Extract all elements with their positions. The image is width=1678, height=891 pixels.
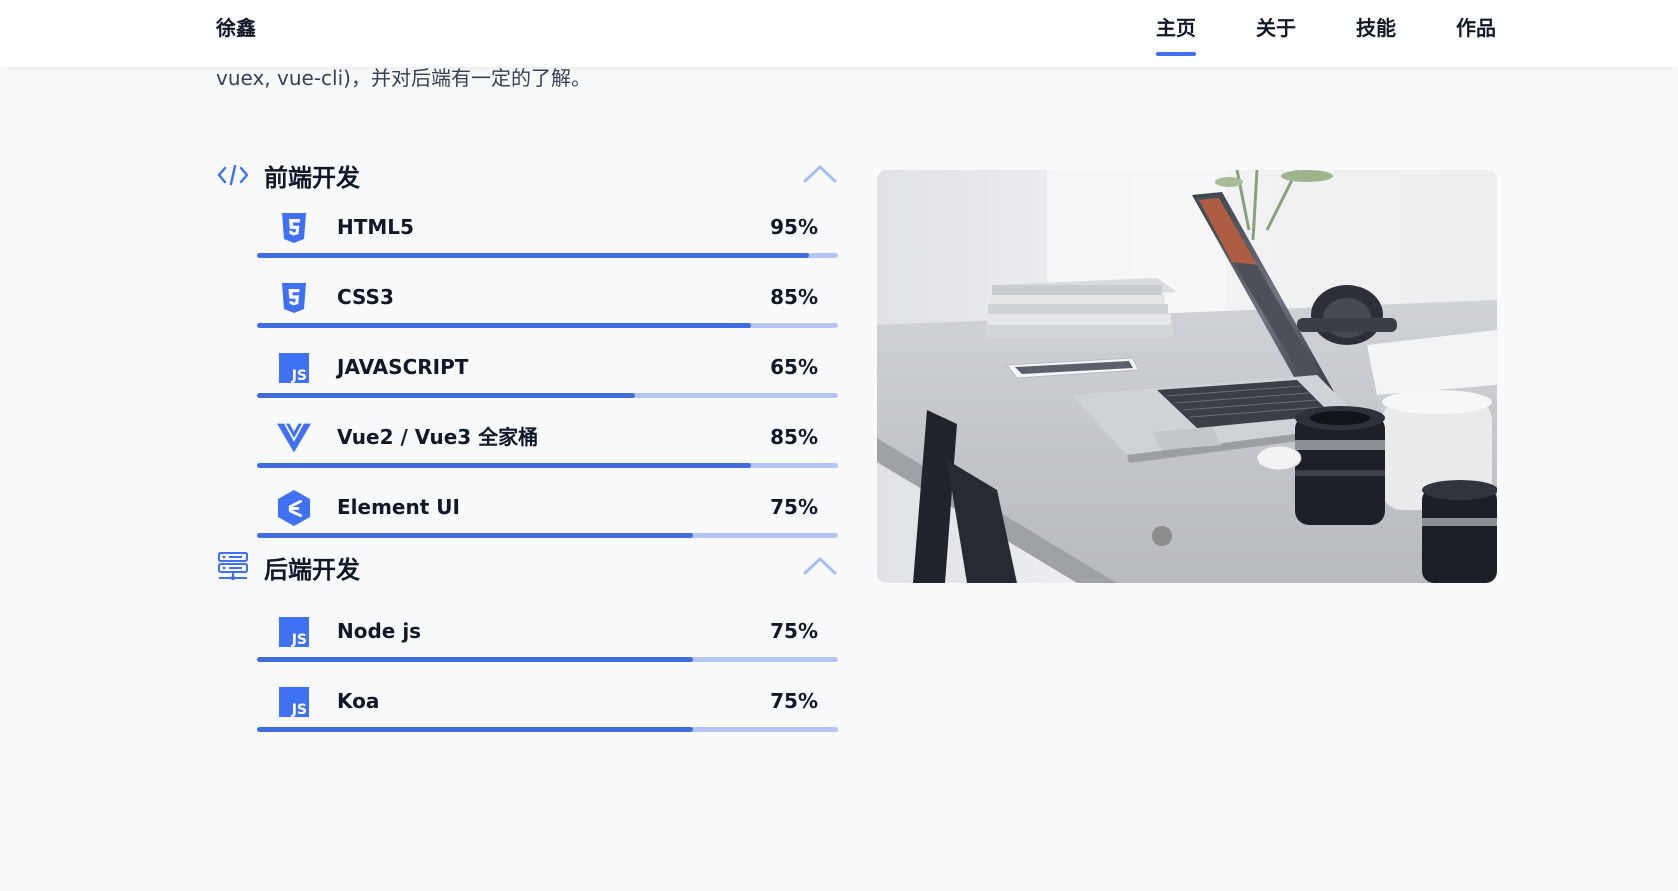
progress-fill	[257, 657, 693, 662]
progress-bar	[257, 253, 838, 258]
skill-item-css3: CSS3 85%	[257, 273, 838, 343]
skill-name: HTML5	[337, 215, 414, 239]
workspace-photo	[877, 170, 1497, 583]
intro-text: vuex, vue-cli)，并对后端有一定的了解。	[216, 66, 591, 90]
skill-percent: 65%	[770, 355, 818, 379]
html5-icon	[277, 211, 311, 245]
javascript-icon: JS	[277, 615, 311, 649]
skill-percent: 75%	[770, 619, 818, 643]
svg-text:JS: JS	[291, 702, 307, 717]
site-header: 徐鑫 主页 关于 技能 作品	[0, 0, 1678, 67]
section-header-frontend[interactable]: 前端开发	[216, 155, 838, 195]
skill-item-vue: Vue2 / Vue3 全家桶 85%	[257, 413, 838, 483]
progress-fill	[257, 323, 751, 328]
progress-fill	[257, 463, 751, 468]
skill-item-koa: JS Koa 75%	[257, 677, 838, 747]
progress-fill	[257, 533, 693, 538]
progress-bar	[257, 323, 838, 328]
nav-item-home[interactable]: 主页	[1156, 14, 1196, 56]
main-nav: 主页 关于 技能 作品	[1156, 14, 1496, 56]
progress-bar	[257, 393, 838, 398]
skill-name: Node js	[337, 619, 422, 643]
chevron-up-icon[interactable]	[802, 551, 838, 581]
skill-name: Element UI	[337, 495, 460, 519]
javascript-icon: JS	[277, 685, 311, 719]
progress-fill	[257, 727, 693, 732]
nav-item-works[interactable]: 作品	[1456, 14, 1496, 42]
javascript-icon: JS	[277, 351, 311, 385]
progress-bar	[257, 727, 838, 732]
element-ui-icon	[277, 490, 311, 526]
skill-percent: 85%	[770, 425, 818, 449]
nav-item-about[interactable]: 关于	[1256, 14, 1296, 42]
skill-item-html5: HTML5 95%	[257, 203, 838, 273]
skill-percent: 85%	[770, 285, 818, 309]
skill-name: JAVASCRIPT	[337, 355, 469, 379]
skill-name: Koa	[337, 689, 380, 713]
code-icon	[216, 158, 250, 192]
skill-item-element-ui: Element UI 75%	[257, 483, 838, 553]
section-title-frontend: 前端开发	[264, 163, 360, 192]
progress-bar	[257, 463, 838, 468]
nav-item-skills[interactable]: 技能	[1356, 14, 1396, 42]
section-title-backend: 后端开发	[264, 555, 360, 584]
vue-icon	[277, 421, 311, 455]
css3-icon	[277, 281, 311, 315]
skill-percent: 75%	[770, 495, 818, 519]
skill-item-nodejs: JS Node js 75%	[257, 607, 838, 677]
svg-text:JS: JS	[291, 632, 307, 647]
site-logo[interactable]: 徐鑫	[216, 14, 256, 42]
svg-text:JS: JS	[291, 368, 307, 383]
skill-percent: 75%	[770, 689, 818, 713]
progress-fill	[257, 253, 809, 258]
section-header-backend[interactable]: 后端开发	[216, 547, 838, 587]
carousel-dot[interactable]	[1152, 526, 1172, 546]
chevron-up-icon[interactable]	[802, 159, 838, 189]
progress-bar	[257, 533, 838, 538]
progress-bar	[257, 657, 838, 662]
progress-fill	[257, 393, 635, 398]
skill-name: Vue2 / Vue3 全家桶	[337, 425, 539, 449]
skill-item-javascript: JS JAVASCRIPT 65%	[257, 343, 838, 413]
skills-list: 前端开发 HTML5 95% CSS3 85% JS JAVASCRIPT 65…	[216, 155, 838, 747]
skill-percent: 95%	[770, 215, 818, 239]
skill-name: CSS3	[337, 285, 394, 309]
server-icon	[216, 550, 250, 584]
